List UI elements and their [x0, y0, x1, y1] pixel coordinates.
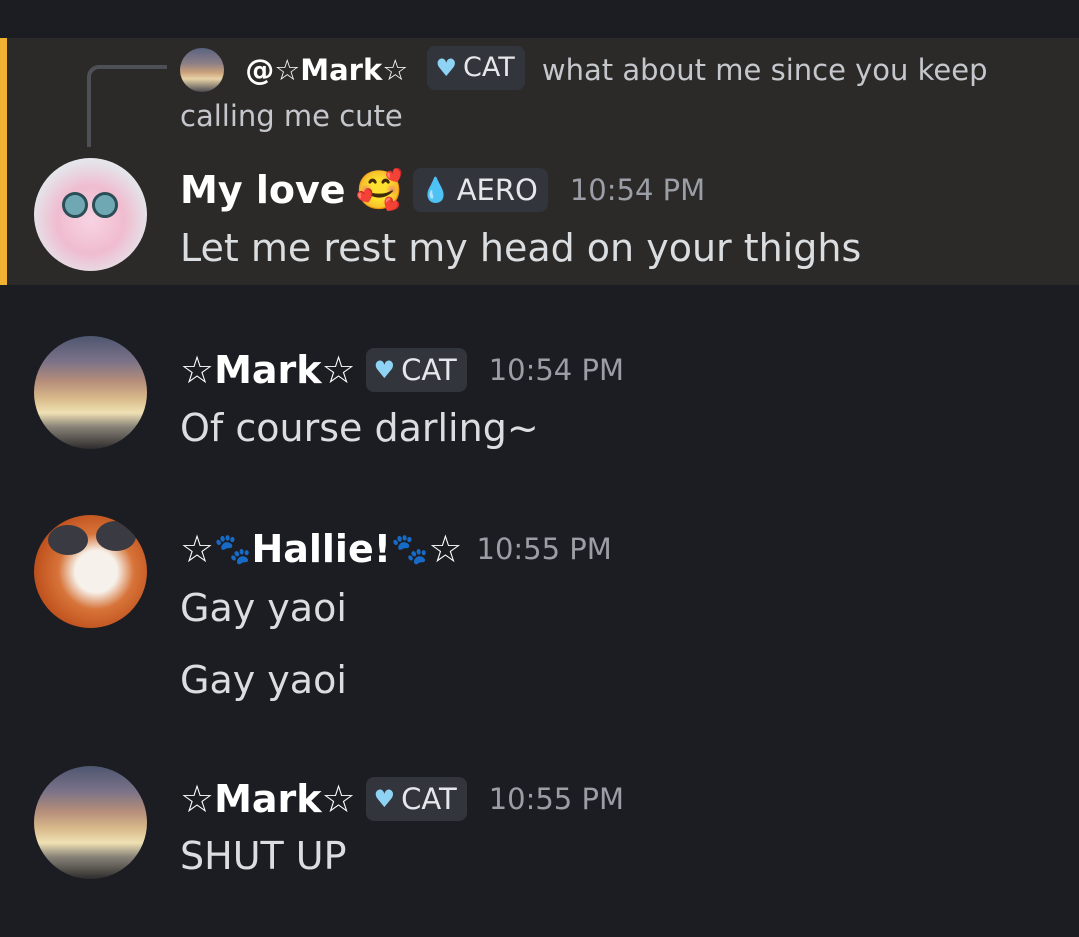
author-tag: ♥ CAT — [365, 777, 467, 821]
timestamp[interactable]: 10:55 PM — [477, 532, 612, 566]
heart-icon: ♥ — [435, 54, 457, 82]
avatar[interactable] — [34, 766, 147, 879]
reply-tag-label: CAT — [462, 52, 515, 83]
message-header: My love 🥰 💧 AERO 10:54 PM — [180, 162, 705, 218]
reply-preview[interactable]: @☆Mark☆ ♥ CAT what about me since you ke… — [180, 46, 1040, 139]
message-header: ☆ 🐾 Hallie! 🐾 ☆ 10:55 PM — [180, 521, 612, 577]
tag-label: CAT — [401, 353, 457, 387]
author-name[interactable]: ☆Mark☆ — [180, 348, 356, 392]
author-name[interactable]: Hallie! — [251, 527, 391, 571]
avatar[interactable] — [34, 336, 147, 449]
reply-connector — [87, 65, 167, 147]
author-prefix-star: ☆ — [180, 527, 215, 571]
tag-label: AERO — [456, 173, 538, 207]
reply-author-tag: ♥ CAT — [427, 46, 525, 90]
mention-highlight-bar — [0, 38, 7, 285]
paw-prints-icon: 🐾 — [214, 531, 252, 567]
avatar[interactable] — [34, 515, 147, 628]
message-text: SHUT UP — [180, 834, 347, 878]
author-tag: ♥ CAT — [365, 348, 467, 392]
author-tag: 💧 AERO — [412, 168, 548, 212]
message-text: Of course darling~ — [180, 406, 539, 450]
reply-author[interactable]: @☆Mark☆ — [245, 53, 408, 87]
message-text: Gay yaoi — [180, 658, 347, 702]
timestamp[interactable]: 10:54 PM — [489, 353, 624, 387]
message-header: ☆Mark☆ ♥ CAT 10:55 PM — [180, 771, 624, 827]
water-drop-icon: 💧 — [420, 176, 451, 204]
author-name[interactable]: ☆Mark☆ — [180, 777, 356, 821]
smiling-hearts-emoji: 🥰 — [355, 167, 403, 212]
author-name[interactable]: My love — [180, 168, 346, 212]
message-header: ☆Mark☆ ♥ CAT 10:54 PM — [180, 342, 624, 398]
message-text: Gay yaoi — [180, 586, 347, 630]
timestamp[interactable]: 10:55 PM — [489, 782, 624, 816]
tag-label: CAT — [401, 782, 457, 816]
avatar[interactable] — [34, 158, 147, 271]
paw-prints-icon: 🐾 — [391, 531, 429, 567]
author-suffix-star: ☆ — [428, 527, 463, 571]
heart-icon: ♥ — [373, 356, 396, 384]
heart-icon: ♥ — [373, 785, 396, 813]
timestamp[interactable]: 10:54 PM — [570, 173, 705, 207]
message-text: Let me rest my head on your thighs — [180, 226, 862, 270]
reply-avatar[interactable] — [180, 48, 224, 92]
